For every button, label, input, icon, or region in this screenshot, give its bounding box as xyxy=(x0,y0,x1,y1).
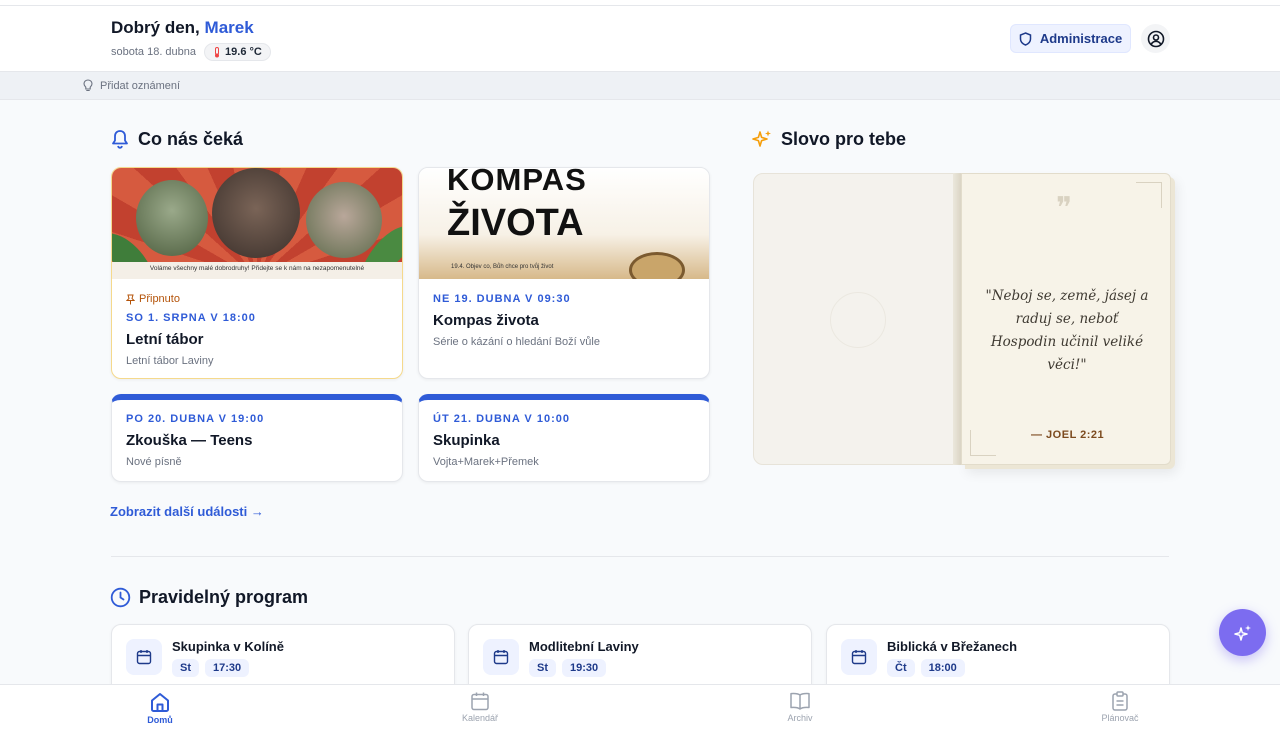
verse-text: "Neboj se, země, jásej a raduj se, neboť… xyxy=(985,288,1149,373)
nav-label: Archiv xyxy=(787,713,813,723)
section-divider xyxy=(111,556,1169,557)
current-date: sobota 18. dubna xyxy=(111,46,197,58)
pin-icon xyxy=(126,294,135,304)
events-section-title: Co nás čeká xyxy=(110,129,243,150)
events-section-title-text: Co nás čeká xyxy=(138,129,244,149)
bell-icon xyxy=(112,130,128,149)
verse-reference: — JOEL 2:21 xyxy=(1031,429,1105,441)
ai-assistant-button[interactable] xyxy=(1219,609,1266,656)
program-tags: St 17:30 xyxy=(172,659,250,677)
bottom-navigation: Domů Kalendář Archiv Plánovač xyxy=(0,684,1280,731)
event-image-compass: KOMPAS ŽIVOTA 19.4. Objev co, Bůh chce p… xyxy=(419,168,709,279)
nav-item-archive[interactable]: Archiv xyxy=(760,691,840,723)
event-title: Zkouška — Teens xyxy=(126,432,253,449)
program-time: 17:30 xyxy=(205,659,250,677)
clock-icon xyxy=(110,587,131,608)
sparkles-icon xyxy=(752,130,771,147)
program-name: Biblická v Břežanech xyxy=(887,639,1018,654)
clipboard-icon xyxy=(1112,691,1128,711)
program-name: Skupinka v Kolíně xyxy=(172,639,284,654)
event-date: NE 19. DUBNA V 09:30 xyxy=(433,293,571,305)
sparkles-icon xyxy=(1233,624,1251,641)
nav-label: Kalendář xyxy=(461,713,499,723)
admin-button[interactable]: Administrace xyxy=(1010,24,1131,53)
nav-item-home[interactable]: Domů xyxy=(120,691,200,725)
image-caption: 19.4. Objev co, Bůh chce pro tvůj život xyxy=(451,264,554,270)
event-card-small-group[interactable]: ÚT 21. DUBNA V 10:00 Skupinka Vojta+Mare… xyxy=(418,394,710,482)
pinned-label: Připnuto xyxy=(126,293,388,305)
shield-icon xyxy=(1019,31,1032,46)
event-subtitle: Vojta+Marek+Přemek xyxy=(433,456,539,468)
nav-label: Plánovač xyxy=(1101,713,1139,723)
program-tags: St 19:30 xyxy=(529,659,607,677)
image-title-line-2: ŽIVOTA xyxy=(447,202,584,244)
compass-graphic xyxy=(629,252,685,279)
event-date: SO 1. SRPNA V 18:00 xyxy=(126,312,256,324)
more-events-link[interactable]: Zobrazit další události → xyxy=(110,504,264,519)
lightbulb-icon xyxy=(83,79,93,92)
add-announcement-bar[interactable]: Přidat oznámení xyxy=(0,71,1280,100)
book-left-page xyxy=(753,173,963,465)
temperature-value: 19.6 °C xyxy=(225,46,262,58)
admin-button-label: Administrace xyxy=(1039,31,1123,46)
event-title: Skupinka xyxy=(433,432,500,449)
thermometer-icon xyxy=(215,46,220,57)
program-day: Čt xyxy=(887,659,915,677)
user-profile-button[interactable] xyxy=(1141,24,1170,53)
program-time: 19:30 xyxy=(562,659,607,677)
date-row: sobota 18. dubna 19.6 °C xyxy=(111,43,271,61)
quote-marks-icon: ❞ xyxy=(1056,191,1073,226)
program-tags: Čt 18:00 xyxy=(887,659,965,677)
calendar-icon xyxy=(471,692,489,711)
word-section-title-text: Slovo pro tebe xyxy=(781,129,907,149)
pinned-label-text: Připnuto xyxy=(139,293,180,305)
photo-center xyxy=(212,168,300,258)
calendar-icon xyxy=(841,639,877,675)
event-title: Kompas života xyxy=(433,312,539,329)
add-announcement-label: Přidat oznámení xyxy=(100,79,181,92)
bible-verse-book[interactable]: ❞ "Neboj se, země, jásej a raduj se, neb… xyxy=(753,173,1171,465)
calendar-icon xyxy=(126,639,162,675)
event-date: ÚT 21. DUBNA V 10:00 xyxy=(433,413,570,425)
event-subtitle: Nové písně xyxy=(126,456,182,468)
nav-item-planner[interactable]: Plánovač xyxy=(1080,691,1160,723)
user-name: Marek xyxy=(204,18,254,37)
event-subtitle: Letní tábor Laviny xyxy=(126,355,214,367)
nav-label: Domů xyxy=(147,715,173,725)
page-corner-top xyxy=(1136,182,1162,208)
book-icon xyxy=(790,692,810,710)
greeting: Dobrý den, Marek xyxy=(111,18,254,38)
event-title: Letní tábor xyxy=(126,331,204,348)
photo-right xyxy=(306,182,382,258)
book-watermark-icon xyxy=(830,292,886,348)
image-caption-strip: Voláme všechny malé dobrodruhy! Přidejte… xyxy=(112,262,402,279)
event-card-compass[interactable]: KOMPAS ŽIVOTA 19.4. Objev co, Bůh chce p… xyxy=(418,167,710,379)
event-subtitle: Série o kázání o hledání Boží vůle xyxy=(433,336,600,348)
program-section-title: Pravidelný program xyxy=(110,587,308,608)
nav-item-calendar[interactable]: Kalendář xyxy=(440,691,520,723)
program-day: St xyxy=(172,659,199,677)
page-corner-bottom xyxy=(970,430,996,456)
greeting-prefix: Dobrý den, xyxy=(111,18,200,37)
word-section-title: Slovo pro tebe xyxy=(752,129,906,150)
event-card-summer-camp[interactable]: Voláme všechny malé dobrodruhy! Přidejte… xyxy=(111,167,403,379)
photo-left xyxy=(136,180,208,256)
program-day: St xyxy=(529,659,556,677)
event-card-teens-rehearsal[interactable]: PO 20. DUBNA V 19:00 Zkouška — Teens Nov… xyxy=(111,394,403,482)
temperature-badge: 19.6 °C xyxy=(204,43,271,61)
home-icon xyxy=(151,693,169,712)
program-name: Modlitební Laviny xyxy=(529,639,639,654)
header: Dobrý den, Marek sobota 18. dubna 19.6 °… xyxy=(0,6,1280,71)
calendar-icon xyxy=(483,639,519,675)
event-image-summer-camp: Voláme všechny malé dobrodruhy! Přidejte… xyxy=(112,168,402,279)
event-date: PO 20. DUBNA V 19:00 xyxy=(126,413,265,425)
user-circle-icon xyxy=(1147,30,1164,47)
program-time: 18:00 xyxy=(920,659,965,677)
image-title-line-1: KOMPAS xyxy=(447,168,587,197)
program-section-title-text: Pravidelný program xyxy=(139,587,309,607)
